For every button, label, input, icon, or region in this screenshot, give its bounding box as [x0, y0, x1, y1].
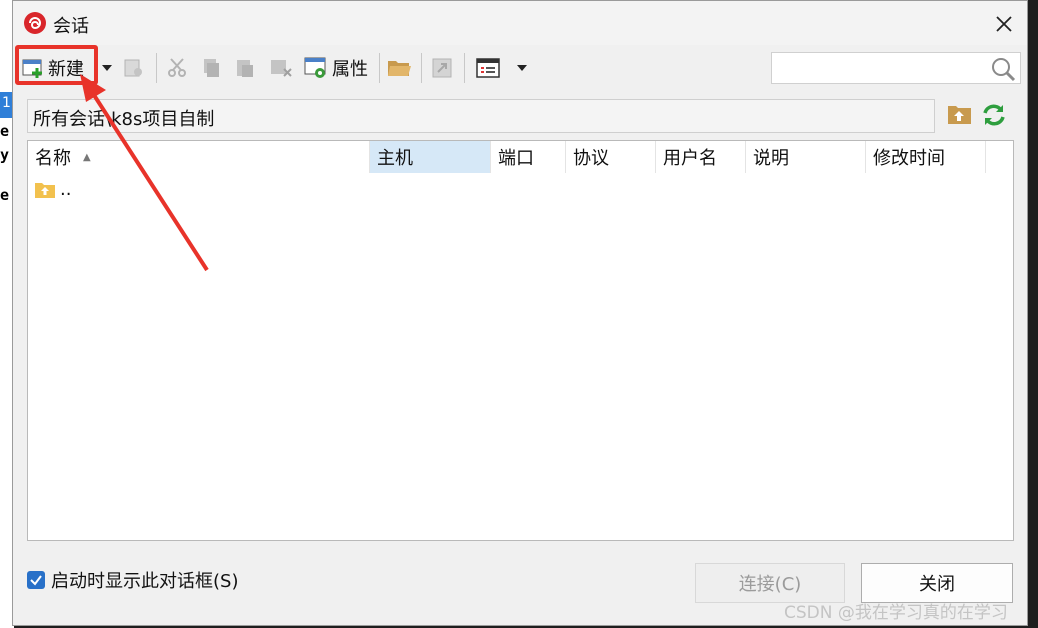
properties-button[interactable]: 属性: [304, 53, 368, 83]
column-header-name[interactable]: 名称 ▲: [28, 141, 370, 173]
column-header-host[interactable]: 主机: [370, 141, 491, 173]
connect-button-label: 连接(C): [738, 574, 802, 595]
properties-icon: [304, 57, 326, 78]
close-icon: [996, 16, 1012, 32]
paste-icon: [237, 60, 253, 77]
search-icon[interactable]: [990, 56, 1016, 82]
watermark-text: CSDN @我在学习真的在学习: [784, 603, 1008, 623]
column-header-protocol[interactable]: 协议: [566, 141, 656, 173]
column-header-host-label: 主机: [377, 148, 413, 169]
bg-text-1: e: [0, 122, 10, 140]
window-title: 会话: [53, 16, 89, 37]
app-logo-icon: [24, 12, 46, 34]
sort-ascending-icon: ▲: [83, 151, 91, 163]
close-dialog-button[interactable]: 关闭: [861, 563, 1013, 603]
view-dropdown-icon: [517, 65, 527, 71]
column-header-port-label: 端口: [498, 148, 534, 169]
view-dropdown[interactable]: [516, 53, 528, 83]
bg-text-3: e: [0, 186, 10, 204]
column-header-username[interactable]: 用户名: [656, 141, 746, 173]
export-button[interactable]: [431, 53, 453, 83]
title-bar: 会话: [13, 1, 1027, 45]
close-dialog-button-label: 关闭: [919, 574, 955, 595]
session-path-bar[interactable]: 所有会话\k8s项目自制: [27, 99, 935, 133]
close-button[interactable]: [989, 9, 1019, 39]
new-session-dropdown[interactable]: [101, 53, 113, 83]
column-header-protocol-label: 协议: [573, 148, 609, 169]
new-session-icon: [22, 59, 42, 78]
session-list[interactable]: 名称 ▲ 主机 端口 协议 用户名 说明 修改时间 ..: [27, 140, 1014, 541]
bg-text-2: y: [0, 146, 10, 164]
copy-icon: [204, 59, 219, 77]
column-header-username-label: 用户名: [663, 148, 717, 169]
toolbar: 新建 属性: [13, 45, 1027, 91]
bg-tab-label: 1: [2, 95, 11, 111]
new-session-button[interactable]: 新建: [22, 53, 84, 83]
toolbar-separator: [379, 53, 380, 83]
copy-disabled-icon: [124, 59, 142, 77]
show-on-startup-label: 启动时显示此对话框(S): [51, 571, 239, 592]
delete-icon: [271, 60, 292, 77]
column-header-description[interactable]: 说明: [746, 141, 866, 173]
new-session-label: 新建: [48, 59, 84, 80]
open-folder-button[interactable]: [387, 53, 413, 83]
show-on-startup-checkbox[interactable]: 启动时显示此对话框(S): [27, 567, 238, 593]
checkbox-checked-icon[interactable]: [27, 571, 45, 589]
column-header-name-label: 名称: [35, 148, 71, 169]
parent-folder-icon: [35, 182, 55, 198]
toolbar-separator: [421, 53, 422, 83]
column-header-port[interactable]: 端口: [491, 141, 566, 173]
connect-button[interactable]: 连接(C): [695, 563, 845, 603]
toolbar-separator: [464, 53, 465, 83]
copy-button[interactable]: [200, 53, 222, 83]
list-item-name: ..: [60, 179, 72, 200]
column-header-modified-label: 修改时间: [873, 148, 945, 169]
dropdown-arrow-icon: [102, 65, 112, 71]
column-header-description-label: 说明: [753, 148, 789, 169]
copy-session-button[interactable]: [123, 53, 145, 83]
column-header-modified[interactable]: 修改时间: [866, 141, 986, 173]
cut-button[interactable]: [166, 53, 188, 83]
open-folder-icon: [388, 61, 411, 76]
session-dialog: 会话 新建 属性 所有会话\k8s项目自制 名称 ▲ 主机 端口 协议 用户名 …: [12, 0, 1028, 626]
list-item[interactable]: ..: [34, 179, 71, 200]
refresh-icon[interactable]: [981, 102, 1007, 128]
view-button[interactable]: [476, 53, 502, 83]
properties-label: 属性: [332, 59, 368, 80]
session-path-text: 所有会话\k8s项目自制: [33, 109, 215, 130]
search-input[interactable]: [771, 52, 1021, 84]
delete-button[interactable]: [269, 53, 293, 83]
view-icon: [476, 58, 500, 78]
cut-icon: [168, 58, 186, 77]
export-icon: [432, 58, 452, 78]
parent-folder-icon[interactable]: [947, 102, 973, 126]
toolbar-separator: [156, 53, 157, 83]
paste-button[interactable]: [234, 53, 256, 83]
